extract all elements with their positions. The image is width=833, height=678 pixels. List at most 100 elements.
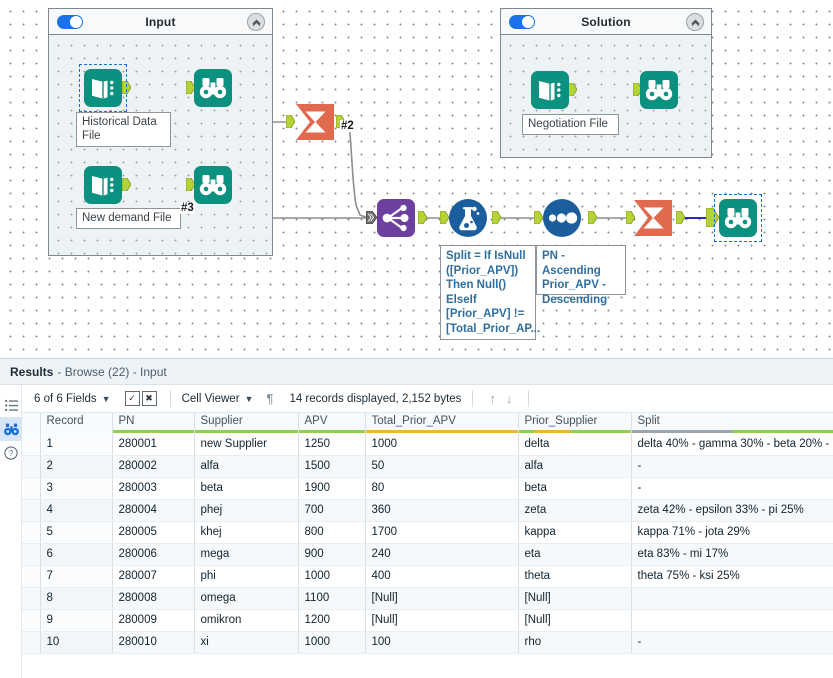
cell-total_prior_apv[interactable]: [Null] <box>365 587 519 610</box>
cell-prior_supplier[interactable]: delta <box>518 433 632 456</box>
tool-input-negotiation-file[interactable] <box>530 70 570 110</box>
cell-apv[interactable]: 1100 <box>298 587 366 610</box>
cell-pn[interactable]: 280009 <box>112 609 195 632</box>
arrow-down-icon[interactable]: ↓ <box>501 391 518 406</box>
cell-pn[interactable]: 280004 <box>112 499 195 522</box>
cell-total_prior_apv[interactable]: 1000 <box>365 433 519 456</box>
arrow-up-icon[interactable]: ↑ <box>484 391 501 406</box>
tool-summarize-1[interactable] <box>294 102 336 142</box>
tool-summarize-2[interactable] <box>632 198 674 238</box>
cell-split[interactable] <box>631 609 833 632</box>
fields-selector[interactable]: 6 of 6 Fields ▼ <box>34 393 111 405</box>
cell-total_prior_apv[interactable]: 80 <box>365 477 519 500</box>
table-row[interactable]: 7 280007 phi 1000 400 theta theta 75% - ksi 25… <box>22 565 833 588</box>
table-row[interactable]: 5 280005 khej 800 1700 kappa kappa 71% - jota … <box>22 521 833 544</box>
anchor-output[interactable] <box>417 210 428 225</box>
cell-supplier[interactable]: khej <box>194 521 299 544</box>
cell-apv[interactable]: 700 <box>298 499 366 522</box>
column-header-record[interactable]: Record <box>40 413 113 433</box>
table-row[interactable]: 1 280001 new Supplier 1250 1000 delta delta 40… <box>22 433 833 456</box>
cell-prior_supplier[interactable]: kappa <box>518 521 632 544</box>
column-header-supplier[interactable]: Supplier <box>194 413 299 433</box>
anchor-output[interactable] <box>491 210 502 225</box>
cell-pn[interactable]: 280003 <box>112 477 195 500</box>
cell-pn[interactable]: 280001 <box>112 433 195 456</box>
cell-pn[interactable]: 280008 <box>112 587 195 610</box>
container-solution-toggle[interactable] <box>509 15 535 29</box>
tool-browse-final[interactable] <box>714 194 762 242</box>
tool-browse-historical[interactable] <box>193 68 233 108</box>
cell-split[interactable]: delta 40% - gamma 30% - beta 20% - alfa … <box>631 433 833 456</box>
column-header-pn[interactable]: PN <box>112 413 195 433</box>
cell-split[interactable]: theta 75% - ksi 25% <box>631 565 833 588</box>
table-row[interactable]: 8 280008 omega 1100 [Null] [Null] <box>22 587 833 610</box>
cell-total_prior_apv[interactable]: 50 <box>365 455 519 478</box>
cell-apv[interactable]: 1500 <box>298 455 366 478</box>
tool-browse-new-demand[interactable] <box>193 165 233 205</box>
cell-total_prior_apv[interactable]: 400 <box>365 565 519 588</box>
cell-split[interactable]: - <box>631 631 833 654</box>
cell-viewer-selector[interactable]: Cell Viewer ▼ <box>182 393 254 405</box>
table-row[interactable]: 10 280010 xi 1000 100 rho - <box>22 631 833 654</box>
cell-split[interactable]: kappa 71% - jota 29% <box>631 521 833 544</box>
anchor-input-multi[interactable] <box>365 210 378 225</box>
cell-supplier[interactable]: xi <box>194 631 299 654</box>
cell-apv[interactable]: 1200 <box>298 609 366 632</box>
cell-prior_supplier[interactable]: zeta <box>518 499 632 522</box>
workflow-canvas[interactable]: Input Solution Historical Data File New … <box>0 0 833 358</box>
cell-prior_supplier[interactable]: [Null] <box>518 609 632 632</box>
cell-pn[interactable]: 280007 <box>112 565 195 588</box>
anchor-output[interactable] <box>675 210 686 225</box>
cell-supplier[interactable]: new Supplier <box>194 433 299 456</box>
container-solution-collapse-icon[interactable] <box>686 13 704 31</box>
cell-prior_supplier[interactable]: rho <box>518 631 632 654</box>
pilcrow-icon[interactable]: ¶ <box>266 391 273 406</box>
cell-pn[interactable]: 280005 <box>112 521 195 544</box>
column-header-split[interactable]: Split <box>631 413 833 433</box>
cell-supplier[interactable]: beta <box>194 477 299 500</box>
column-header-prior-supplier[interactable]: Prior_Supplier <box>518 413 632 433</box>
cell-total_prior_apv[interactable]: 240 <box>365 543 519 566</box>
tool-formula[interactable] <box>448 198 488 238</box>
cell-split[interactable] <box>631 587 833 610</box>
cell-supplier[interactable]: phi <box>194 565 299 588</box>
cell-prior_supplier[interactable]: beta <box>518 477 632 500</box>
cell-prior_supplier[interactable]: [Null] <box>518 587 632 610</box>
cell-total_prior_apv[interactable]: 100 <box>365 631 519 654</box>
container-input-toggle[interactable] <box>57 15 83 29</box>
cell-apv[interactable]: 1900 <box>298 477 366 500</box>
cell-split[interactable]: - <box>631 455 833 478</box>
tool-join-multiple[interactable] <box>376 198 416 238</box>
cell-pn[interactable]: 280002 <box>112 455 195 478</box>
cell-prior_supplier[interactable]: eta <box>518 543 632 566</box>
cell-apv[interactable]: 1250 <box>298 433 366 456</box>
anchor-output[interactable] <box>121 177 132 192</box>
column-header-total-prior-apv[interactable]: Total_Prior_APV <box>365 413 519 433</box>
cell-split[interactable]: eta 83% - mi 17% <box>631 543 833 566</box>
container-input-collapse-icon[interactable] <box>247 13 265 31</box>
cell-supplier[interactable]: omikron <box>194 609 299 632</box>
anchor-output[interactable] <box>121 80 132 95</box>
cell-apv[interactable]: 800 <box>298 521 366 544</box>
browse-binoculars-icon[interactable] <box>0 417 22 441</box>
cell-pn[interactable]: 280006 <box>112 543 195 566</box>
cell-apv[interactable]: 1000 <box>298 631 366 654</box>
cell-pn[interactable]: 280010 <box>112 631 195 654</box>
anchor-output[interactable] <box>587 210 598 225</box>
table-row[interactable]: 6 280006 mega 900 240 eta eta 83% - mi 17% <box>22 543 833 566</box>
table-row[interactable]: 2 280002 alfa 1500 50 alfa - <box>22 455 833 478</box>
tool-input-new-demand-file[interactable] <box>83 165 123 205</box>
cell-total_prior_apv[interactable]: [Null] <box>365 609 519 632</box>
cell-apv[interactable]: 1000 <box>298 565 366 588</box>
cell-supplier[interactable]: phej <box>194 499 299 522</box>
cell-split[interactable]: - <box>631 477 833 500</box>
checkbox-check-icon[interactable]: ✓ <box>124 391 140 406</box>
cell-supplier[interactable]: alfa <box>194 455 299 478</box>
column-header-apv[interactable]: APV <box>298 413 366 433</box>
cell-supplier[interactable]: omega <box>194 587 299 610</box>
cell-prior_supplier[interactable]: theta <box>518 565 632 588</box>
table-row[interactable]: 3 280003 beta 1900 80 beta - <box>22 477 833 500</box>
cell-total_prior_apv[interactable]: 1700 <box>365 521 519 544</box>
cell-apv[interactable]: 900 <box>298 543 366 566</box>
table-row[interactable]: 4 280004 phej 700 360 zeta zeta 42% - epsilon … <box>22 499 833 522</box>
